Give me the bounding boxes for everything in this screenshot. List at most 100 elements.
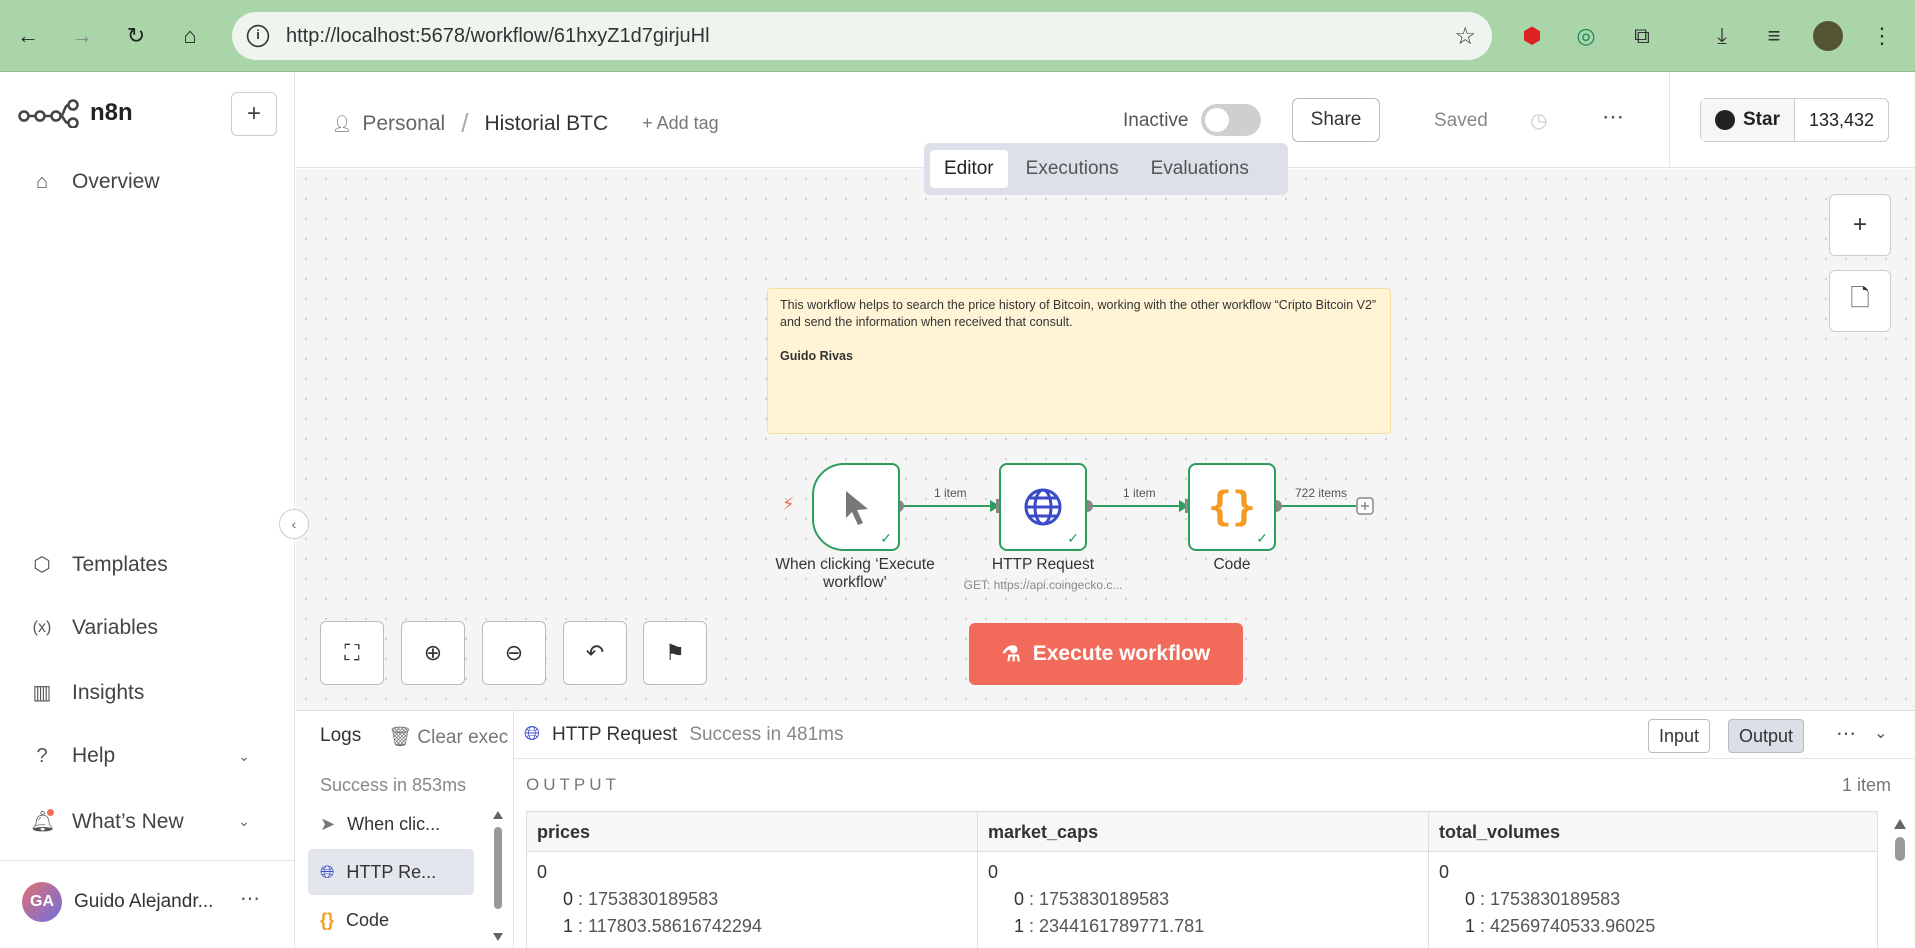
zoom-out-button[interactable]: ⊖ [482,621,546,685]
log-item-code[interactable]: {} Code [308,897,474,943]
output-scrollbar[interactable] [1892,811,1908,948]
saved-status: Saved [1434,110,1488,131]
tab-evaluations[interactable]: Evaluations [1137,150,1263,188]
logo-text: n8n [90,99,133,126]
more-horizontal-icon[interactable]: ⋯ [1836,721,1856,746]
code-braces-icon: {} [320,909,335,930]
help-circle-icon: ? [36,744,48,767]
history-icon[interactable]: ◷ [1530,108,1547,133]
trigger-node[interactable]: ✓ [812,463,900,551]
array-index: 0 [1439,862,1450,882]
sidebar-item-variables[interactable]: (x) Variables [30,616,250,640]
clear-execution-label: Clear execution [417,727,508,748]
workflow-name[interactable]: Historial BTC [484,112,608,136]
templates-box-icon: ⬡ [33,554,51,576]
globe-icon: 🌐︎ [320,861,335,882]
trigger-bolt-icon: ⚡︎ [782,494,795,514]
github-star-label[interactable]: Star [1701,99,1795,141]
more-horizontal-icon[interactable]: ⋯ [240,886,260,911]
media-control-icon[interactable]: ≡ [1756,18,1792,54]
chevron-down-icon[interactable]: ⌄ [1874,723,1887,743]
url-text[interactable]: http://localhost:5678/workflow/61hxyZ1d7… [286,25,710,48]
clear-execution-button[interactable]: 🗑︎ Clear execution [388,725,508,749]
input-toggle-button[interactable]: Input [1648,719,1711,753]
reload-icon[interactable]: ↻ [118,18,154,54]
row-value: 1753830189583 [588,889,719,909]
site-info-icon[interactable]: i [246,24,270,48]
node-label: Code [1213,556,1251,573]
row-value: 117803.58616742294 [588,916,762,936]
table-row: 0 : 1753830189583 [1465,889,1621,909]
adblock-extension-icon[interactable]: ⬢ [1514,18,1550,54]
sticky-note[interactable]: This workflow helps to search the price … [767,288,1391,434]
table-row: 1 : 42569740533.96025 [1465,916,1656,936]
tab-editor[interactable]: Editor [930,150,1008,188]
forward-arrow-icon[interactable]: → [64,18,100,54]
sidebar-item-insights[interactable]: ▥ Insights [30,680,250,705]
insights-chart-icon: ▥ [32,682,52,704]
sidebar-item-help[interactable]: ? Help ⌄ [30,744,250,768]
tab-executions[interactable]: Executions [1012,150,1133,188]
execute-label: Execute workflow [1032,642,1211,665]
row-key: 0 [1014,889,1025,909]
sticky-note-text: This workflow helps to search the price … [780,298,1377,329]
bell-icon: 🔔︎ [30,809,56,833]
log-item-http-request[interactable]: 🌐︎ HTTP Re... [308,849,474,895]
n8n-logo[interactable]: n8n [18,98,133,128]
total-status: Success in 853ms [320,775,467,795]
project-link[interactable]: Personal [362,112,445,136]
user-menu[interactable]: GA Guido Alejandr... ⋯ [22,882,260,922]
toggle-knob [1205,108,1229,132]
address-bar[interactable]: i http://localhost:5678/workflow/61hxyZ1… [232,12,1492,60]
active-toggle[interactable] [1201,104,1261,136]
zoom-in-icon: ⊕ [423,640,443,665]
zoom-in-button[interactable]: ⊕ [401,621,465,685]
logs-tree-scrollbar[interactable] [492,801,504,948]
profile-avatar-icon[interactable] [1810,18,1846,54]
execute-workflow-button[interactable]: ⚗︎ Execute workflow [969,623,1243,685]
row-value: 1753830189583 [1039,889,1170,909]
row-key: 0 [563,889,574,909]
logs-panel: Logs 🗑︎ Clear execution Success in 853ms… [296,710,1915,948]
undo-button[interactable]: ↶ [563,621,627,685]
log-item-trigger[interactable]: ➤ When clic... [308,801,474,847]
extensions-puzzle-icon[interactable]: ⧉ [1624,18,1660,54]
chevron-down-icon: ⌄ [238,747,250,764]
sticky-note-button[interactable]: 🗋︎ [1829,270,1891,332]
sidebar-item-templates[interactable]: ⬡ Templates [30,552,250,577]
more-horizontal-icon[interactable]: ⋯ [1602,104,1624,130]
http-request-node[interactable]: ✓ [999,463,1087,551]
tidy-up-button[interactable]: ⚑ [643,621,707,685]
download-icon[interactable]: ⤓ [1704,18,1740,54]
share-button[interactable]: Share [1292,98,1380,142]
sidebar: n8n + ⌂ Overview ⬡ Templates (x) Variabl… [0,72,295,948]
logs-title: Logs [320,725,362,746]
grammarly-extension-icon[interactable]: ◎ [1568,18,1604,54]
github-star-button[interactable]: Star 133,432 [1700,98,1890,142]
sidebar-item-overview[interactable]: ⌂ Overview [30,170,250,194]
node-subtitle: GET: https://api.coingecko.c... [963,578,1123,592]
edge-label: 722 items [1295,486,1348,500]
code-node[interactable]: {} ✓ [1188,463,1276,551]
header-divider [1669,72,1670,168]
sidebar-item-label: What’s New [72,809,184,833]
success-check-icon: ✓ [880,530,892,546]
back-arrow-icon[interactable]: ← [10,18,46,54]
fit-view-button[interactable]: ⛶ [320,621,384,685]
sidebar-item-label: Help [72,744,116,767]
globe-icon [1024,488,1062,526]
table-row: 0 : 1753830189583 [563,889,719,909]
add-node-button[interactable]: + [1829,194,1891,256]
row-value: 1753830189583 [1490,889,1621,909]
create-button[interactable]: + [231,92,277,136]
bookmark-star-icon[interactable]: ☆ [1454,22,1476,51]
browser-menu-icon[interactable]: ⋮ [1864,18,1900,54]
github-star-count[interactable]: 133,432 [1795,99,1888,141]
row-key: 0 [1465,889,1476,909]
home-icon[interactable]: ⌂ [172,18,208,54]
add-tag-button[interactable]: + Add tag [642,113,719,134]
collapse-sidebar-button[interactable]: ‹ [279,509,309,539]
sidebar-item-whats-new[interactable]: 🔔︎ What’s New ⌄ [30,809,250,834]
row-value: 42569740533.96025 [1490,916,1656,936]
output-toggle-button[interactable]: Output [1728,719,1805,753]
